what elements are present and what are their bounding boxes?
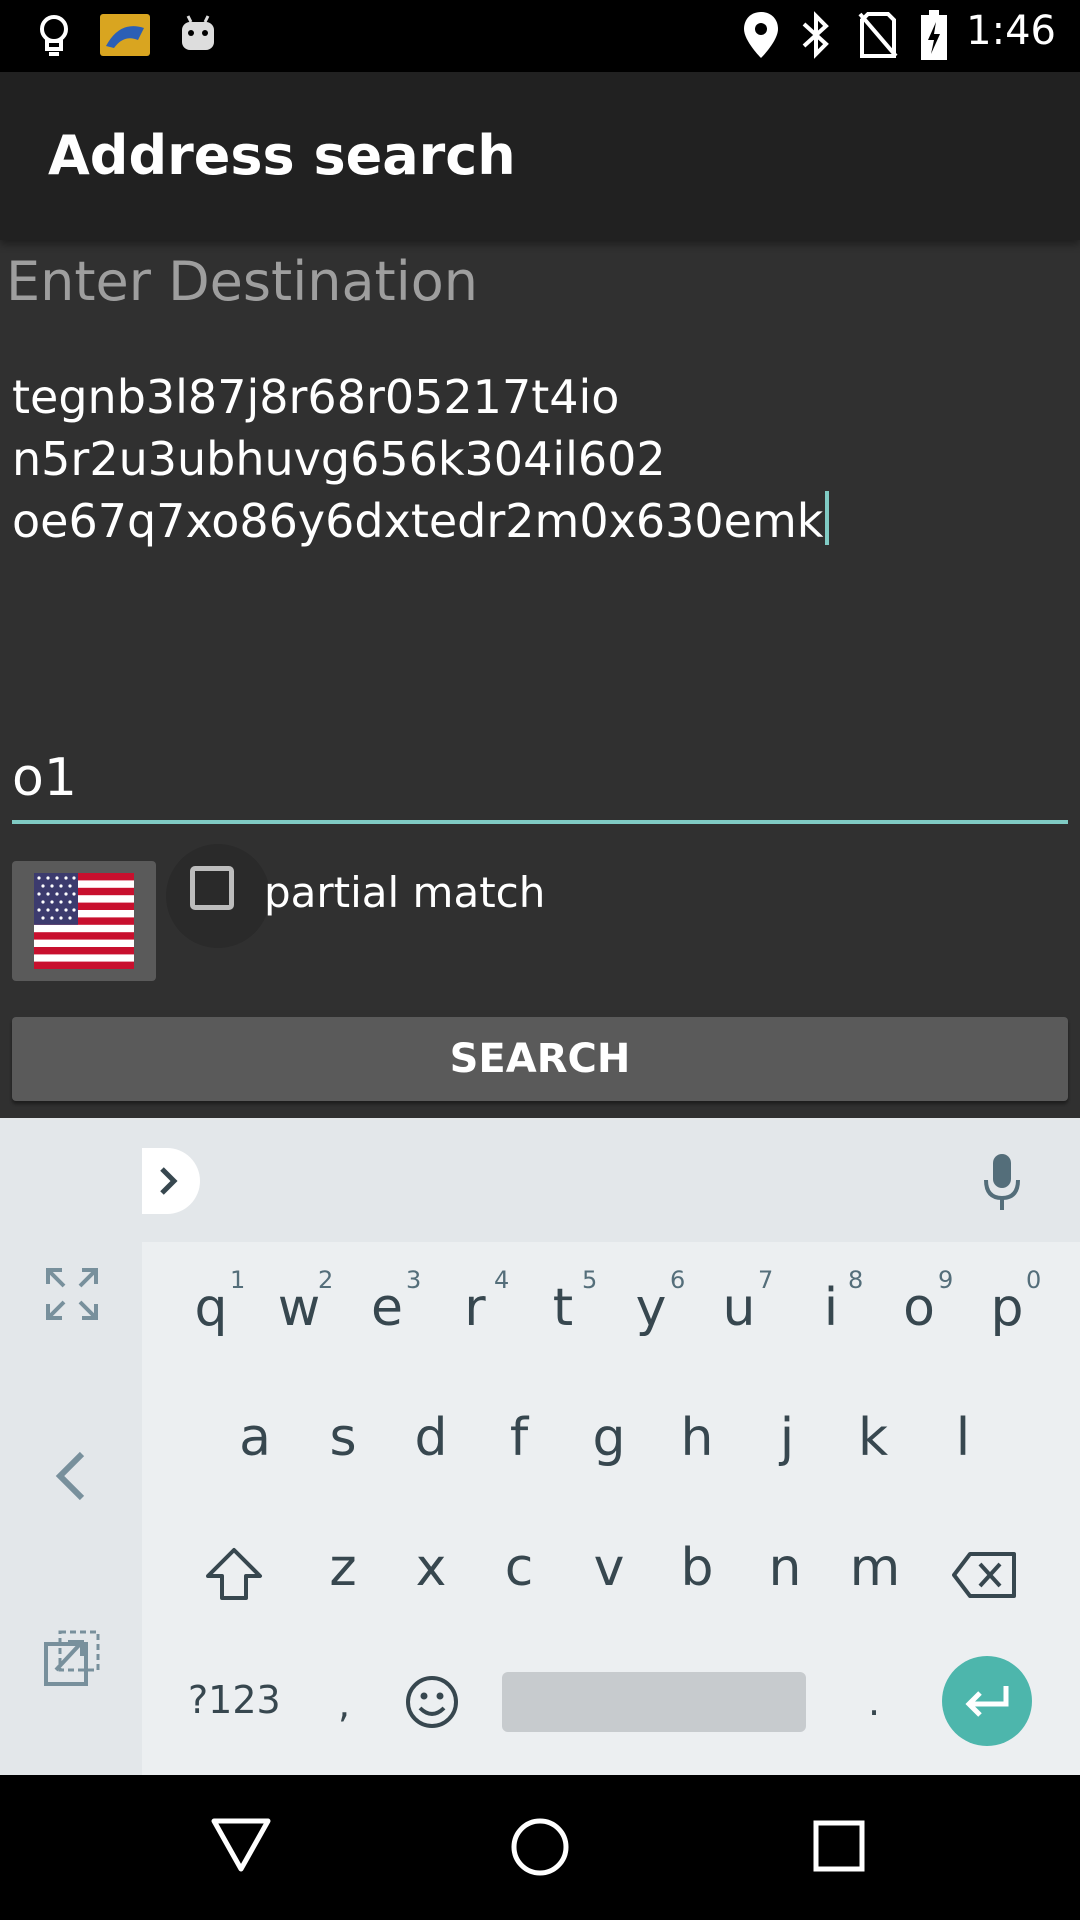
secondary-input-value: o1 [12, 748, 77, 808]
mic-icon[interactable] [982, 1152, 1022, 1214]
key-q[interactable]: q [186, 1278, 236, 1338]
key-j[interactable]: j [762, 1408, 812, 1468]
key-hint: 9 [938, 1266, 954, 1294]
undock-icon[interactable] [42, 1628, 102, 1688]
enter-destination-heading: Enter Destination [6, 250, 478, 313]
chevron-right-icon [160, 1167, 178, 1195]
key-l[interactable]: l [938, 1408, 988, 1468]
key-n[interactable]: n [760, 1538, 810, 1598]
key-hint: 2 [318, 1266, 334, 1294]
key-b[interactable]: b [672, 1538, 722, 1598]
symbols-key[interactable]: ?123 [188, 1678, 281, 1722]
key-k[interactable]: k [848, 1408, 898, 1468]
key-hint: 3 [406, 1266, 422, 1294]
recents-icon[interactable] [812, 1819, 866, 1873]
key-p[interactable]: p [982, 1278, 1032, 1338]
location-icon [744, 12, 778, 58]
destination-line: oe67q7xo86y6dxtedr2m0x630emk [12, 490, 1062, 552]
chevron-left-icon[interactable] [54, 1450, 88, 1502]
key-g[interactable]: g [584, 1408, 634, 1468]
enter-key[interactable] [942, 1656, 1032, 1746]
secondary-input[interactable]: o1 [12, 740, 1068, 824]
key-s[interactable]: s [318, 1408, 368, 1468]
app-photo-icon [100, 14, 150, 56]
status-clock: 1:46 [966, 8, 1056, 54]
fullscreen-icon[interactable] [46, 1268, 98, 1320]
partial-match-label[interactable]: partial match [264, 868, 545, 917]
page-title: Address search [48, 124, 516, 187]
emoji-icon[interactable] [404, 1674, 460, 1730]
destination-line: tegnb3l87j8r68r05217t4io [12, 370, 620, 424]
backspace-icon[interactable] [952, 1552, 1018, 1598]
key-x[interactable]: x [406, 1538, 456, 1598]
period-key[interactable]: . [868, 1680, 880, 1724]
lightbulb-icon [40, 15, 68, 56]
key-w[interactable]: w [274, 1278, 324, 1338]
destination-input[interactable]: tegnb3l87j8r68r05217t4io n5r2u3ubhuvg656… [12, 366, 1062, 552]
key-hint: 5 [582, 1266, 598, 1294]
key-hint: 7 [758, 1266, 774, 1294]
key-c[interactable]: c [494, 1538, 544, 1598]
key-hint: 8 [848, 1266, 864, 1294]
key-hint: 6 [670, 1266, 686, 1294]
destination-line: n5r2u3ubhuvg656k304il602 [12, 432, 666, 486]
key-y[interactable]: y [626, 1278, 676, 1338]
key-f[interactable]: f [494, 1408, 544, 1468]
enter-icon [965, 1686, 1009, 1717]
suggestion-strip [142, 1118, 1080, 1242]
comma-key[interactable]: , [338, 1682, 350, 1726]
key-r[interactable]: r [450, 1278, 500, 1338]
back-icon[interactable] [210, 1817, 272, 1873]
key-v[interactable]: v [584, 1538, 634, 1598]
key-hint: 0 [1026, 1266, 1042, 1294]
android-icon [182, 15, 214, 50]
key-hint: 4 [494, 1266, 510, 1294]
key-z[interactable]: z [318, 1538, 368, 1598]
battery-charging-icon [921, 10, 947, 60]
key-o[interactable]: o [894, 1278, 944, 1338]
no-sim-icon [858, 12, 898, 58]
search-button[interactable]: SEARCH [12, 1017, 1068, 1101]
key-h[interactable]: h [672, 1408, 722, 1468]
shift-icon[interactable] [204, 1546, 264, 1602]
key-d[interactable]: d [406, 1408, 456, 1468]
key-t[interactable]: t [538, 1278, 588, 1338]
navigation-bar [0, 1775, 1080, 1920]
country-button[interactable] [12, 861, 156, 981]
status-bar: 1:46 [0, 0, 1080, 72]
key-u[interactable]: u [714, 1278, 764, 1338]
key-e[interactable]: e [362, 1278, 412, 1338]
us-flag-icon [34, 873, 134, 969]
partial-match-checkbox[interactable] [190, 866, 234, 910]
key-a[interactable]: a [230, 1408, 280, 1468]
home-icon[interactable] [510, 1817, 570, 1877]
bluetooth-icon [802, 11, 829, 59]
space-key[interactable] [502, 1672, 806, 1732]
text-cursor [825, 491, 830, 545]
app-bar: Address search [0, 72, 1080, 240]
key-hint: 1 [230, 1266, 246, 1294]
key-m[interactable]: m [848, 1538, 902, 1598]
destination-line-text: oe67q7xo86y6dxtedr2m0x630emk [12, 494, 824, 548]
